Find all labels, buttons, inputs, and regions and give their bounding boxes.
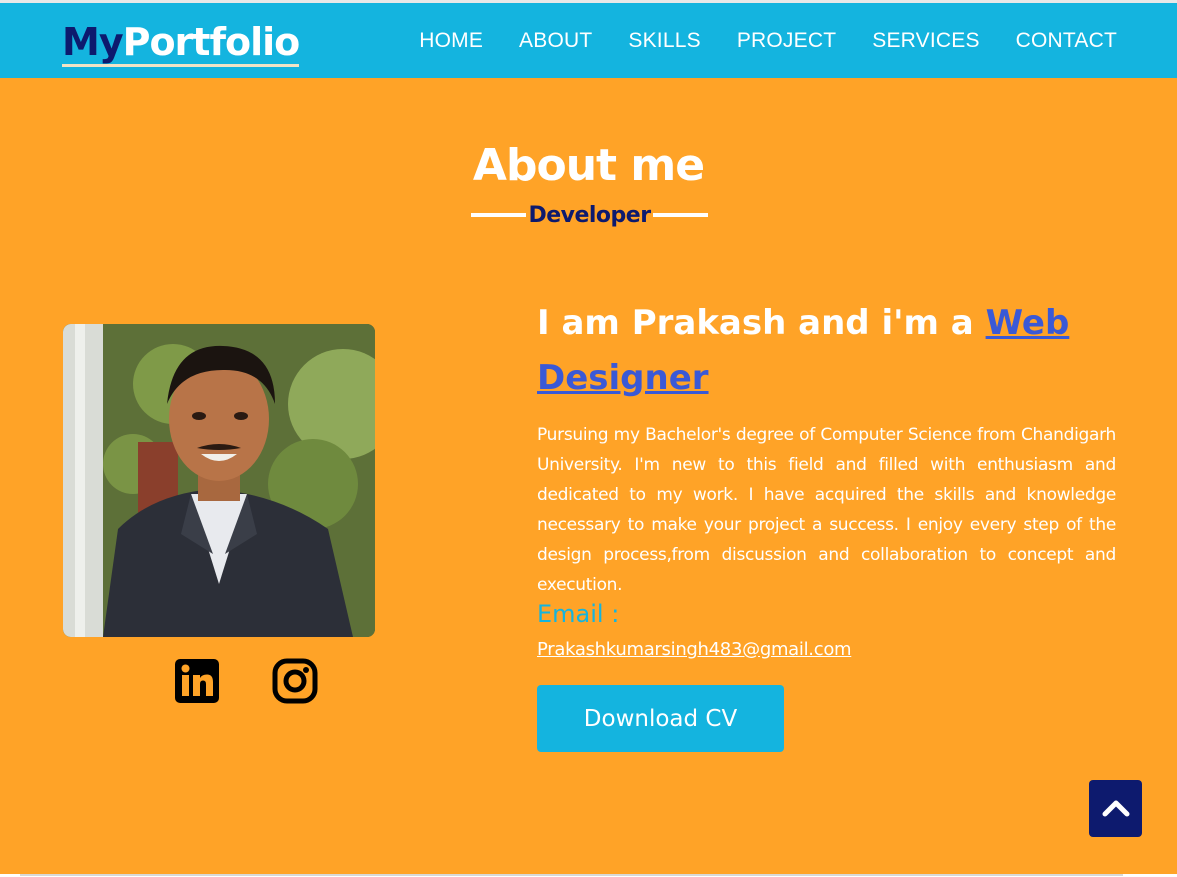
nav-project[interactable]: PROJECT [737,29,836,53]
instagram-icon[interactable] [272,658,318,704]
nav-contact[interactable]: CONTACT [1016,29,1117,53]
download-cv-button[interactable]: Download CV [537,685,784,752]
intro-prefix: I am Prakash and i'm a [537,303,986,343]
nav-home[interactable]: HOME [419,29,483,53]
social-links [174,658,318,704]
subtitle-line-right [652,213,708,217]
section-subtitle: Developer [471,200,708,230]
nav-services[interactable]: SERVICES [872,29,979,53]
section-title: About me [472,140,705,191]
logo-part-my: My [62,20,124,64]
about-section: About me Developer I am Prakash and i'm … [0,78,1177,874]
about-description: Pursuing my Bachelor's degree of Compute… [537,425,1116,595]
linkedin-icon[interactable] [174,658,220,704]
scroll-top-button[interactable] [1089,780,1142,837]
intro-heading: I am Prakash and i'm a Web Designer [537,296,1097,406]
nav-skills[interactable]: SKILLS [628,29,700,53]
logo-link[interactable]: MyPortfolio [62,17,301,67]
logo-part-portfolio: Portfolio [122,20,301,64]
footer-divider [20,874,1123,876]
nav-menu: HOME ABOUT SKILLS PROJECT SERVICES CONTA… [419,3,1117,78]
subtitle-text: Developer [528,202,651,228]
nav-about[interactable]: ABOUT [519,29,592,53]
email-link[interactable]: Prakashkumarsingh483@gmail.com [537,639,852,660]
profile-photo [63,324,375,637]
navbar: MyPortfolio HOME ABOUT SKILLS PROJECT SE… [0,0,1177,78]
subtitle-line-left [471,213,527,217]
chevron-up-icon [1102,797,1130,820]
email-label: Email : [537,600,620,628]
